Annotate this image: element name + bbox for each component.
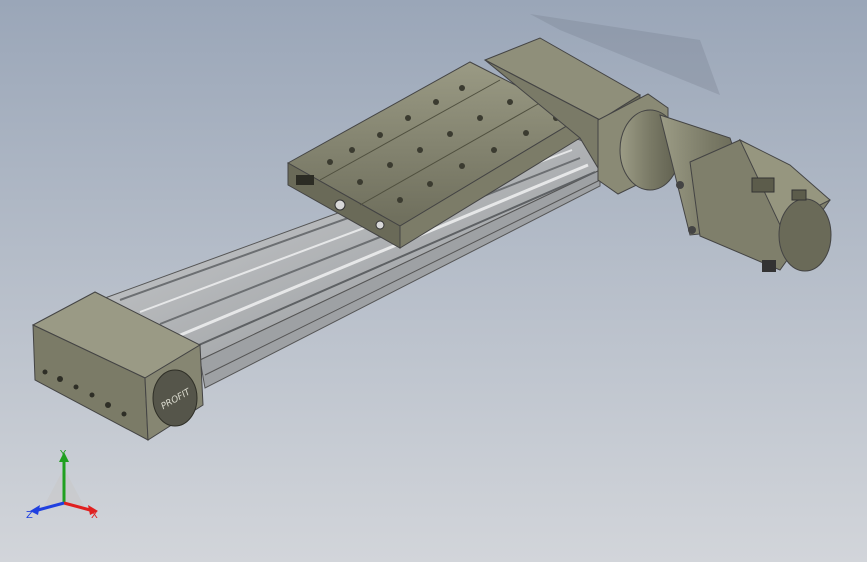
cad-viewport[interactable]: PROFIT Y X Z	[0, 0, 867, 562]
servo-motor[interactable]	[597, 93, 832, 272]
brand-badge: PROFIT	[152, 369, 198, 427]
linear-actuator-model[interactable]: PROFIT	[0, 0, 867, 562]
x-axis-label: X	[91, 510, 98, 521]
y-axis-label: Y	[59, 449, 67, 460]
axis-triad: Y X Z	[26, 449, 98, 521]
z-axis-label: Z	[26, 510, 33, 521]
